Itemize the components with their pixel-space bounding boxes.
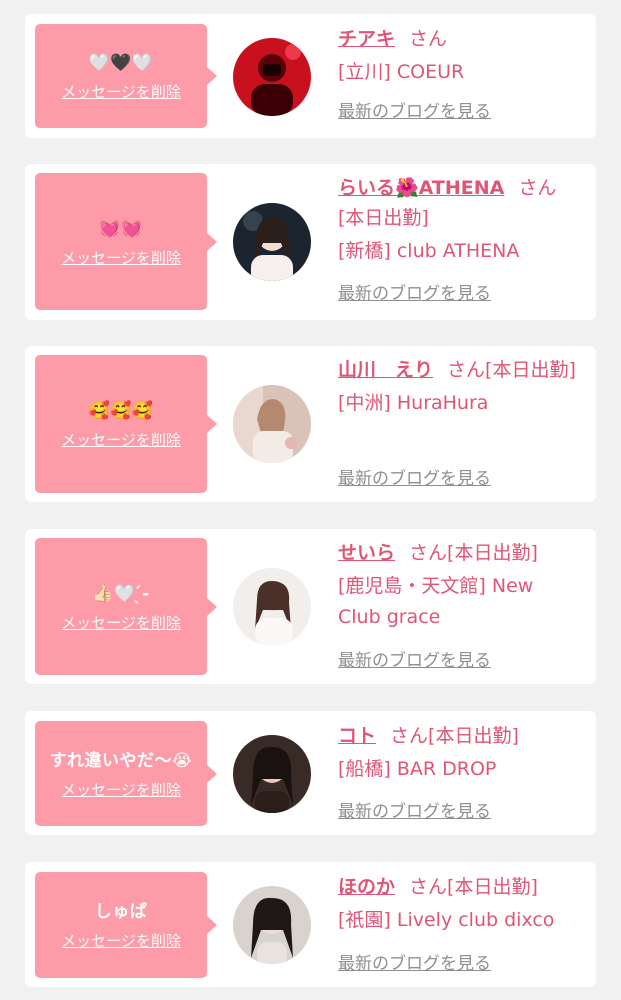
cast-info: せいら さん[本日出勤] [鹿児島・天文館] New Club grace (338, 538, 576, 633)
cast-info: ほのか さん[本日出勤] [祇園] Lively club dixco (338, 872, 576, 936)
message-card: 👍🏻🤍 ̖́- メッセージを削除 せいら さん[本日出勤] [鹿児島・天文館] N… (25, 529, 596, 684)
cast-name-link[interactable]: 山川 えり (338, 359, 433, 381)
message-bubble: 💓💓 メッセージを削除 (35, 173, 217, 310)
latest-blog-link[interactable]: 最新のブログを見る (338, 467, 491, 491)
shop-text: [立川] COEUR (338, 61, 465, 83)
status-text: [本日出勤] (428, 725, 519, 747)
message-text: しゅぱ (94, 902, 148, 922)
message-text: 💓💓 (99, 218, 143, 239)
cast-name-link[interactable]: ほのか (338, 876, 395, 898)
message-card: しゅぱ メッセージを削除 ほのか さん[本日出勤] [祇園] Lively clu… (25, 862, 596, 987)
status-text: [本日出勤] (447, 542, 538, 564)
latest-blog-link[interactable]: 最新のブログを見る (338, 649, 491, 673)
avatar[interactable] (233, 385, 311, 463)
message-card: すれ違いやだ〜😭 メッセージを削除 コト さん[本日出勤] [船橋] BAR DR… (25, 711, 596, 835)
avatar[interactable] (233, 886, 311, 964)
message-bubble: すれ違いやだ〜😭 メッセージを削除 (35, 721, 217, 826)
delete-message-link[interactable]: メッセージを削除 (61, 430, 181, 450)
message-bubble: 👍🏻🤍 ̖́- メッセージを削除 (35, 538, 217, 675)
cast-info: コト さん[本日出勤] [船橋] BAR DROP (338, 721, 576, 785)
cast-info: チアキ さん [立川] COEUR (338, 24, 576, 88)
message-card: 💓💓 メッセージを削除 らいる🌺ATHENA さん [本日出勤] [新橋] clu… (25, 164, 596, 320)
san-label: さん (447, 359, 486, 381)
message-text: 🥰🥰🥰 (88, 401, 154, 421)
shop-text: [新橋] club ATHENA (338, 240, 520, 262)
shop-text: [中洲] HuraHura (338, 392, 489, 414)
status-line: [本日出勤] (338, 203, 576, 233)
cast-name-link[interactable]: らいる🌺ATHENA (338, 177, 504, 199)
message-text: 🤍🖤🤍 (88, 53, 154, 73)
name-line: らいる🌺ATHENA さん (338, 173, 576, 203)
latest-blog-link[interactable]: 最新のブログを見る (338, 800, 491, 824)
latest-blog-link[interactable]: 最新のブログを見る (338, 282, 491, 306)
name-line: コト さん[本日出勤] (338, 721, 576, 751)
cast-name-link[interactable]: せいら (338, 542, 395, 564)
avatar[interactable] (233, 735, 311, 813)
cast-info: らいる🌺ATHENA さん [本日出勤] [新橋] club ATHENA (338, 173, 576, 267)
san-label: さん (409, 542, 448, 564)
cast-name-link[interactable]: チアキ (338, 28, 395, 50)
message-card: 🥰🥰🥰 メッセージを削除 山川 えり さん[本日出勤] [中洲] HuraHura… (25, 346, 596, 502)
message-bubble: 🥰🥰🥰 メッセージを削除 (35, 355, 217, 493)
status-text: [本日出勤] (338, 207, 429, 229)
san-label: さん (518, 177, 557, 199)
latest-blog-link[interactable]: 最新のブログを見る (338, 100, 491, 124)
delete-message-link[interactable]: メッセージを削除 (61, 931, 181, 951)
cast-name-link[interactable]: コト (338, 725, 376, 747)
name-line: チアキ さん (338, 24, 576, 54)
message-text: 👍🏻🤍 ̖́- (92, 583, 150, 604)
avatar[interactable] (233, 568, 311, 646)
latest-blog-link[interactable]: 最新のブログを見る (338, 952, 491, 976)
message-bubble: しゅぱ メッセージを削除 (35, 872, 217, 978)
san-label: さん (409, 876, 448, 898)
delete-message-link[interactable]: メッセージを削除 (61, 248, 181, 268)
name-line: ほのか さん[本日出勤] (338, 872, 576, 902)
cast-info: 山川 えり さん[本日出勤] [中洲] HuraHura (338, 355, 576, 419)
message-text: すれ違いやだ〜😭 (49, 750, 193, 771)
message-card: 🤍🖤🤍 メッセージを削除 チアキ さん [立川] COEUR 最新のブログを見る (25, 14, 596, 138)
name-line: 山川 えり さん[本日出勤] (338, 355, 576, 385)
shop-text: [鹿児島・天文館] New Club grace (338, 575, 534, 628)
status-text: [本日出勤] (447, 876, 538, 898)
shop-text: [祇園] Lively club dixco (338, 909, 555, 931)
san-label: さん (390, 725, 429, 747)
avatar[interactable] (233, 38, 311, 116)
delete-message-link[interactable]: メッセージを削除 (61, 82, 181, 102)
status-text: [本日出勤] (485, 359, 576, 381)
name-line: せいら さん[本日出勤] (338, 538, 576, 568)
delete-message-link[interactable]: メッセージを削除 (61, 613, 181, 633)
message-bubble: 🤍🖤🤍 メッセージを削除 (35, 24, 217, 128)
shop-text: [船橋] BAR DROP (338, 758, 497, 780)
avatar[interactable] (233, 203, 311, 281)
san-label: さん (409, 28, 448, 50)
delete-message-link[interactable]: メッセージを削除 (61, 780, 181, 800)
